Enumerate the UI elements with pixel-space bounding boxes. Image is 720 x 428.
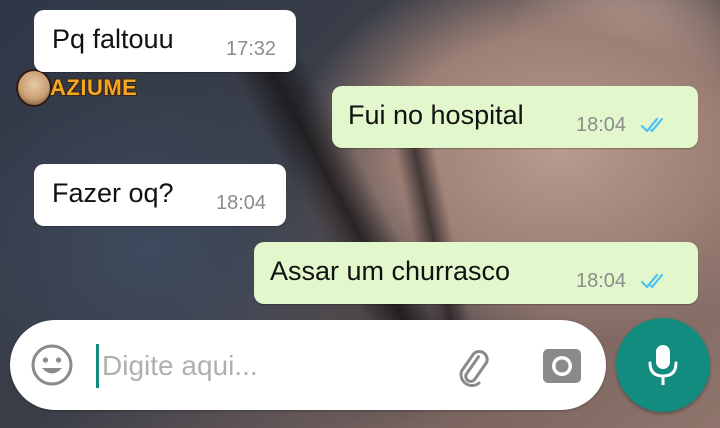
- double-check-icon: [640, 273, 664, 289]
- text-cursor: [96, 344, 99, 388]
- message-bubble-incoming[interactable]: Pq faltouu 17:32: [34, 10, 296, 72]
- message-bubble-outgoing[interactable]: Assar um churrasco 18:04: [254, 242, 698, 304]
- watermark-logo: AZIUME: [16, 68, 137, 108]
- message-text: Assar um churrasco: [270, 256, 511, 286]
- message-text: Pq faltouu: [52, 24, 174, 54]
- camera-icon[interactable]: [540, 344, 584, 388]
- message-text: Fui no hospital: [348, 100, 524, 130]
- watermark-mascot: [16, 69, 52, 107]
- composer-area: Digite aqui...: [0, 318, 720, 428]
- message-bubble-incoming[interactable]: Fazer oq? 18:04: [34, 164, 286, 226]
- message-input-bar[interactable]: Digite aqui...: [10, 320, 606, 410]
- message-time: 18:04: [576, 270, 627, 292]
- message-time: 18:04: [216, 192, 267, 214]
- paperclip-icon[interactable]: [450, 344, 494, 388]
- double-check-icon: [640, 117, 664, 133]
- voice-message-button[interactable]: [616, 318, 710, 412]
- watermark-text: AZIUME: [50, 75, 138, 100]
- message-time: 18:04: [576, 114, 627, 136]
- message-time: 17:32: [226, 38, 277, 60]
- emoji-smiley-icon[interactable]: [30, 343, 74, 387]
- message-text: Fazer oq?: [52, 178, 174, 208]
- message-input-placeholder[interactable]: Digite aqui...: [102, 350, 258, 382]
- message-bubble-outgoing[interactable]: Fui no hospital 18:04: [332, 86, 698, 148]
- microphone-icon: [648, 345, 678, 385]
